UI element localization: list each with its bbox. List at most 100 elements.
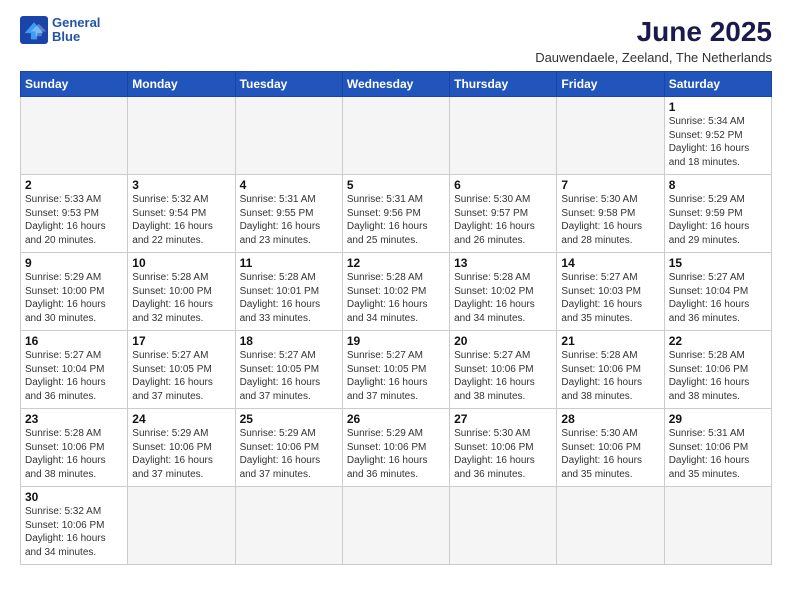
logo-text-general: General [52,16,100,30]
day-number: 9 [25,256,123,270]
calendar-cell [557,487,664,565]
day-detail: Sunrise: 5:30 AMSunset: 9:57 PMDaylight:… [454,194,535,246]
day-number: 16 [25,334,123,348]
day-detail: Sunrise: 5:27 AMSunset: 10:05 PMDaylight… [240,350,321,402]
day-detail: Sunrise: 5:27 AMSunset: 10:05 PMDaylight… [132,350,213,402]
col-tuesday: Tuesday [235,72,342,97]
logo-text-blue: Blue [52,30,100,44]
day-detail: Sunrise: 5:31 AMSunset: 10:06 PMDaylight… [669,428,750,480]
header: General Blue June 2025 Dauwendaele, Zeel… [20,16,772,65]
calendar-cell: 6 Sunrise: 5:30 AMSunset: 9:57 PMDaylight… [450,175,557,253]
day-number: 2 [25,178,123,192]
calendar-cell [128,487,235,565]
day-number: 28 [561,412,659,426]
calendar-cell: 25 Sunrise: 5:29 AMSunset: 10:06 PMDaylig… [235,409,342,487]
day-number: 4 [240,178,338,192]
calendar-cell: 5 Sunrise: 5:31 AMSunset: 9:56 PMDaylight… [342,175,449,253]
calendar-cell [128,97,235,175]
day-detail: Sunrise: 5:29 AMSunset: 10:00 PMDaylight… [25,272,106,324]
day-number: 19 [347,334,445,348]
day-number: 22 [669,334,767,348]
day-number: 24 [132,412,230,426]
calendar-cell [557,97,664,175]
day-detail: Sunrise: 5:29 AMSunset: 10:06 PMDaylight… [347,428,428,480]
day-number: 30 [25,490,123,504]
day-detail: Sunrise: 5:31 AMSunset: 9:56 PMDaylight:… [347,194,428,246]
logo: General Blue [20,16,100,45]
day-number: 15 [669,256,767,270]
day-number: 10 [132,256,230,270]
calendar-cell [450,487,557,565]
day-number: 6 [454,178,552,192]
calendar-cell: 24Sunrise: 5:29 AMSunset: 10:06 PMDaylig… [128,409,235,487]
day-number: 11 [240,256,338,270]
day-detail: Sunrise: 5:27 AMSunset: 10:06 PMDaylight… [454,350,535,402]
calendar-cell: 27 Sunrise: 5:30 AMSunset: 10:06 PMDaylig… [450,409,557,487]
day-detail: Sunrise: 5:28 AMSunset: 10:01 PMDaylight… [240,272,321,324]
day-number: 26 [347,412,445,426]
calendar-cell: 10 Sunrise: 5:28 AMSunset: 10:00 PMDaylig… [128,253,235,331]
day-detail: Sunrise: 5:30 AMSunset: 9:58 PMDaylight:… [561,194,642,246]
calendar-cell: 28 Sunrise: 5:30 AMSunset: 10:06 PMDaylig… [557,409,664,487]
col-monday: Monday [128,72,235,97]
day-detail: Sunrise: 5:33 AMSunset: 9:53 PMDaylight:… [25,194,106,246]
day-detail: Sunrise: 5:29 AMSunset: 9:59 PMDaylight:… [669,194,750,246]
calendar-cell: 2 Sunrise: 5:33 AMSunset: 9:53 PMDaylight… [21,175,128,253]
calendar-cell: 12 Sunrise: 5:28 AMSunset: 10:02 PMDaylig… [342,253,449,331]
calendar-cell [235,487,342,565]
day-detail: Sunrise: 5:29 AMSunset: 10:06 PMDaylight… [240,428,321,480]
day-number: 25 [240,412,338,426]
weekday-header-row: Sunday Monday Tuesday Wednesday Thursday… [21,72,772,97]
day-detail: Sunrise: 5:27 AMSunset: 10:03 PMDaylight… [561,272,642,324]
day-number: 14 [561,256,659,270]
calendar-cell: 30 Sunrise: 5:32 AMSunset: 10:06 PMDaylig… [21,487,128,565]
calendar-table: Sunday Monday Tuesday Wednesday Thursday… [20,71,772,565]
calendar-cell: 3 Sunrise: 5:32 AMSunset: 9:54 PMDaylight… [128,175,235,253]
day-detail: Sunrise: 5:32 AMSunset: 10:06 PMDaylight… [25,506,106,558]
day-detail: Sunrise: 5:27 AMSunset: 10:04 PMDaylight… [25,350,106,402]
calendar-cell: 20Sunrise: 5:27 AMSunset: 10:06 PMDaylig… [450,331,557,409]
day-detail: Sunrise: 5:30 AMSunset: 10:06 PMDaylight… [561,428,642,480]
day-number: 7 [561,178,659,192]
day-number: 12 [347,256,445,270]
day-number: 3 [132,178,230,192]
day-number: 5 [347,178,445,192]
day-detail: Sunrise: 5:32 AMSunset: 9:54 PMDaylight:… [132,194,213,246]
calendar-cell: 18 Sunrise: 5:27 AMSunset: 10:05 PMDaylig… [235,331,342,409]
location: Dauwendaele, Zeeland, The Netherlands [535,50,772,65]
calendar-cell: 4Sunrise: 5:31 AMSunset: 9:55 PMDaylight… [235,175,342,253]
calendar-cell: 21Sunrise: 5:28 AMSunset: 10:06 PMDaylig… [557,331,664,409]
day-detail: Sunrise: 5:28 AMSunset: 10:06 PMDaylight… [561,350,642,402]
day-detail: Sunrise: 5:28 AMSunset: 10:02 PMDaylight… [454,272,535,324]
day-number: 27 [454,412,552,426]
calendar-cell: 29 Sunrise: 5:31 AMSunset: 10:06 PMDaylig… [664,409,771,487]
calendar-cell: 1Sunrise: 5:34 AMSunset: 9:52 PMDaylight… [664,97,771,175]
calendar-cell: 13Sunrise: 5:28 AMSunset: 10:02 PMDaylig… [450,253,557,331]
col-saturday: Saturday [664,72,771,97]
calendar-cell: 26 Sunrise: 5:29 AMSunset: 10:06 PMDaylig… [342,409,449,487]
calendar-cell: 14 Sunrise: 5:27 AMSunset: 10:03 PMDaylig… [557,253,664,331]
calendar-cell: 9 Sunrise: 5:29 AMSunset: 10:00 PMDayligh… [21,253,128,331]
day-detail: Sunrise: 5:28 AMSunset: 10:00 PMDaylight… [132,272,213,324]
calendar-cell: 7 Sunrise: 5:30 AMSunset: 9:58 PMDaylight… [557,175,664,253]
calendar-cell: 16 Sunrise: 5:27 AMSunset: 10:04 PMDaylig… [21,331,128,409]
day-detail: Sunrise: 5:27 AMSunset: 10:05 PMDaylight… [347,350,428,402]
col-sunday: Sunday [21,72,128,97]
day-detail: Sunrise: 5:28 AMSunset: 10:02 PMDaylight… [347,272,428,324]
col-thursday: Thursday [450,72,557,97]
day-detail: Sunrise: 5:28 AMSunset: 10:06 PMDaylight… [25,428,106,480]
month-year: June 2025 [535,16,772,48]
day-detail: Sunrise: 5:27 AMSunset: 10:04 PMDaylight… [669,272,750,324]
calendar-cell [450,97,557,175]
day-number: 8 [669,178,767,192]
day-detail: Sunrise: 5:28 AMSunset: 10:06 PMDaylight… [669,350,750,402]
page: General Blue June 2025 Dauwendaele, Zeel… [0,0,792,612]
calendar-cell: 17 Sunrise: 5:27 AMSunset: 10:05 PMDaylig… [128,331,235,409]
day-detail: Sunrise: 5:30 AMSunset: 10:06 PMDaylight… [454,428,535,480]
calendar-cell [235,97,342,175]
title-block: June 2025 Dauwendaele, Zeeland, The Neth… [535,16,772,65]
day-number: 17 [132,334,230,348]
calendar-cell [21,97,128,175]
day-number: 29 [669,412,767,426]
day-number: 18 [240,334,338,348]
